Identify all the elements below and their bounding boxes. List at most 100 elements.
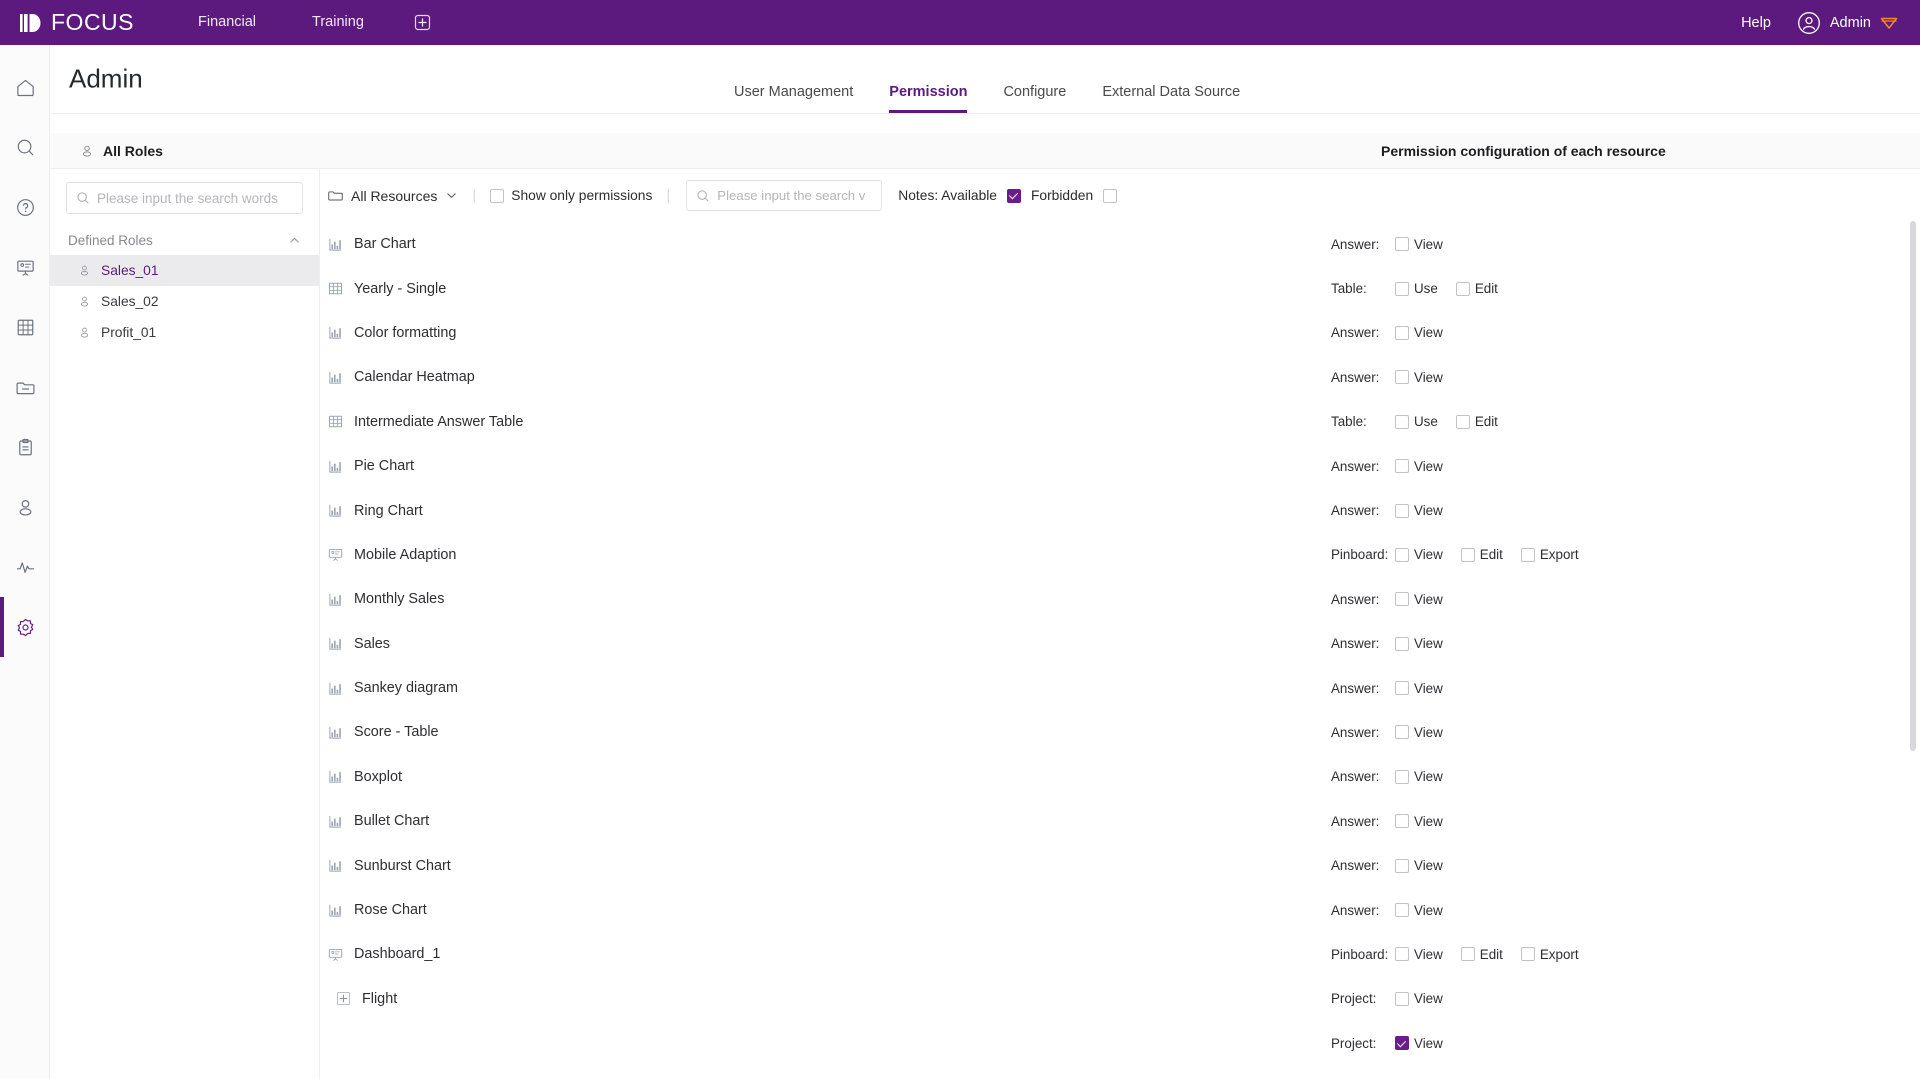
- permission-option-view[interactable]: View: [1395, 636, 1443, 651]
- permission-option-view[interactable]: View: [1395, 769, 1443, 784]
- user-menu[interactable]: Admin: [1797, 11, 1898, 35]
- tab-configure[interactable]: Configure: [985, 84, 1084, 114]
- forbidden-checkbox[interactable]: [1103, 188, 1118, 203]
- defined-roles-group-header[interactable]: Defined Roles: [68, 233, 301, 248]
- permission-option-view[interactable]: View: [1395, 903, 1443, 918]
- show-only-permissions-toggle[interactable]: Show only permissions: [490, 188, 652, 203]
- permission-checkbox-view[interactable]: [1395, 725, 1409, 740]
- permission-option-view[interactable]: View: [1395, 725, 1443, 740]
- resource-item[interactable]: Boxplot: [328, 769, 402, 785]
- permission-option-view[interactable]: View: [1395, 814, 1443, 829]
- permission-option-edit[interactable]: Edit: [1460, 547, 1503, 562]
- tab-external-data-source[interactable]: External Data Source: [1084, 84, 1258, 114]
- permission-option-view[interactable]: View: [1395, 947, 1443, 962]
- permission-checkbox-use[interactable]: [1395, 281, 1409, 296]
- permission-checkbox-view[interactable]: [1395, 237, 1409, 252]
- sidebar-item-home[interactable]: [0, 57, 50, 117]
- permission-checkbox-view[interactable]: [1395, 1036, 1409, 1051]
- permission-checkbox-view[interactable]: [1395, 903, 1409, 918]
- role-item-sales-01[interactable]: Sales_01: [50, 255, 319, 286]
- role-search-box[interactable]: [66, 182, 303, 214]
- resource-search-box[interactable]: [686, 180, 883, 211]
- resource-item[interactable]: Yearly - Single: [328, 281, 446, 297]
- tab-user-management[interactable]: User Management: [716, 84, 871, 114]
- permission-checkbox-use[interactable]: [1395, 414, 1409, 429]
- resource-item[interactable]: Ring Chart: [328, 503, 423, 519]
- permission-option-export[interactable]: Export: [1520, 947, 1579, 962]
- sidebar-item-search[interactable]: [0, 117, 50, 177]
- permission-option-edit[interactable]: Edit: [1455, 281, 1498, 296]
- permission-option-view[interactable]: View: [1395, 325, 1443, 340]
- permission-option-view[interactable]: View: [1395, 991, 1443, 1006]
- chevron-down-icon[interactable]: [445, 189, 458, 202]
- resource-item[interactable]: Rose Chart: [328, 902, 427, 918]
- permission-option-view[interactable]: View: [1395, 459, 1443, 474]
- permission-checkbox-view[interactable]: [1395, 547, 1409, 562]
- permission-checkbox-view[interactable]: [1395, 503, 1409, 518]
- permission-option-edit[interactable]: Edit: [1460, 947, 1503, 962]
- resource-item[interactable]: Intermediate Answer Table: [328, 414, 523, 430]
- permission-option-export[interactable]: Export: [1520, 547, 1579, 562]
- resource-item[interactable]: Dashboard_1: [328, 946, 440, 962]
- permission-option-view[interactable]: View: [1395, 503, 1443, 518]
- sidebar-item-table[interactable]: [0, 297, 50, 357]
- resource-item[interactable]: Monthly Sales: [328, 591, 444, 607]
- sidebar-item-user[interactable]: [0, 477, 50, 537]
- permission-checkbox-view[interactable]: [1395, 592, 1409, 607]
- resource-item[interactable]: Color formatting: [328, 325, 456, 341]
- permission-option-use[interactable]: Use: [1395, 281, 1438, 296]
- permission-option-view[interactable]: View: [1395, 547, 1443, 562]
- permission-checkbox-view[interactable]: [1395, 991, 1409, 1006]
- topnav-item-financial[interactable]: Financial: [170, 0, 284, 45]
- resource-item[interactable]: Sunburst Chart: [328, 858, 451, 874]
- permission-option-view[interactable]: View: [1395, 370, 1443, 385]
- resource-search-input[interactable]: [717, 188, 873, 203]
- permission-option-view[interactable]: View: [1395, 681, 1443, 696]
- plus-box-icon[interactable]: [414, 14, 431, 31]
- resource-item[interactable]: Mobile Adaption: [328, 547, 456, 563]
- sidebar-item-settings[interactable]: [0, 597, 50, 657]
- topnav-item-training[interactable]: Training: [284, 0, 392, 45]
- role-item-profit-01[interactable]: Profit_01: [50, 317, 319, 348]
- permission-checkbox-edit[interactable]: [1455, 281, 1470, 296]
- resource-item[interactable]: Pie Chart: [328, 458, 414, 474]
- role-item-sales-02[interactable]: Sales_02: [50, 286, 319, 317]
- show-only-permissions-checkbox[interactable]: [490, 188, 505, 203]
- main-scrollbar[interactable]: [1910, 169, 1917, 1079]
- resource-item[interactable]: Bullet Chart: [328, 813, 429, 829]
- permission-checkbox-edit[interactable]: [1460, 547, 1475, 562]
- sidebar-item-presentation[interactable]: [0, 237, 50, 297]
- permission-option-view[interactable]: View: [1395, 592, 1443, 607]
- resource-item[interactable]: Sankey diagram: [328, 680, 458, 696]
- role-search-input[interactable]: [97, 190, 293, 206]
- permission-checkbox-view[interactable]: [1395, 636, 1409, 651]
- help-link[interactable]: Help: [1741, 15, 1771, 31]
- permission-checkbox-edit[interactable]: [1455, 414, 1470, 429]
- scrollbar-thumb[interactable]: [1910, 221, 1916, 751]
- permission-checkbox-view[interactable]: [1395, 947, 1409, 962]
- sidebar-item-clipboard[interactable]: [0, 417, 50, 477]
- permission-option-view[interactable]: View: [1395, 237, 1443, 252]
- permission-checkbox-edit[interactable]: [1460, 947, 1475, 962]
- sidebar-item-folder[interactable]: [0, 357, 50, 417]
- resource-item[interactable]: Score - Table: [328, 724, 439, 740]
- permission-checkbox-view[interactable]: [1395, 769, 1409, 784]
- permission-checkbox-view[interactable]: [1395, 370, 1409, 385]
- permission-checkbox-view[interactable]: [1395, 858, 1409, 873]
- permission-option-edit[interactable]: Edit: [1455, 414, 1498, 429]
- diamond-badge-icon[interactable]: [1880, 15, 1898, 31]
- resource-item[interactable]: Sales: [328, 636, 390, 652]
- resource-item[interactable]: Flight: [336, 991, 397, 1007]
- permission-option-use[interactable]: Use: [1395, 414, 1438, 429]
- chevron-up-icon[interactable]: [288, 234, 301, 247]
- sidebar-item-monitor[interactable]: [0, 537, 50, 597]
- permission-checkbox-view[interactable]: [1395, 814, 1409, 829]
- resource-item[interactable]: Calendar Heatmap: [328, 369, 475, 385]
- permission-checkbox-view[interactable]: [1395, 325, 1409, 340]
- plus-box-icon[interactable]: [336, 991, 351, 1006]
- permission-option-view[interactable]: View: [1395, 858, 1443, 873]
- brand[interactable]: FOCUS: [18, 10, 138, 36]
- tab-permission[interactable]: Permission: [871, 84, 985, 114]
- all-resources-dropdown[interactable]: All Resources: [328, 188, 458, 204]
- sidebar-item-help[interactable]: [0, 177, 50, 237]
